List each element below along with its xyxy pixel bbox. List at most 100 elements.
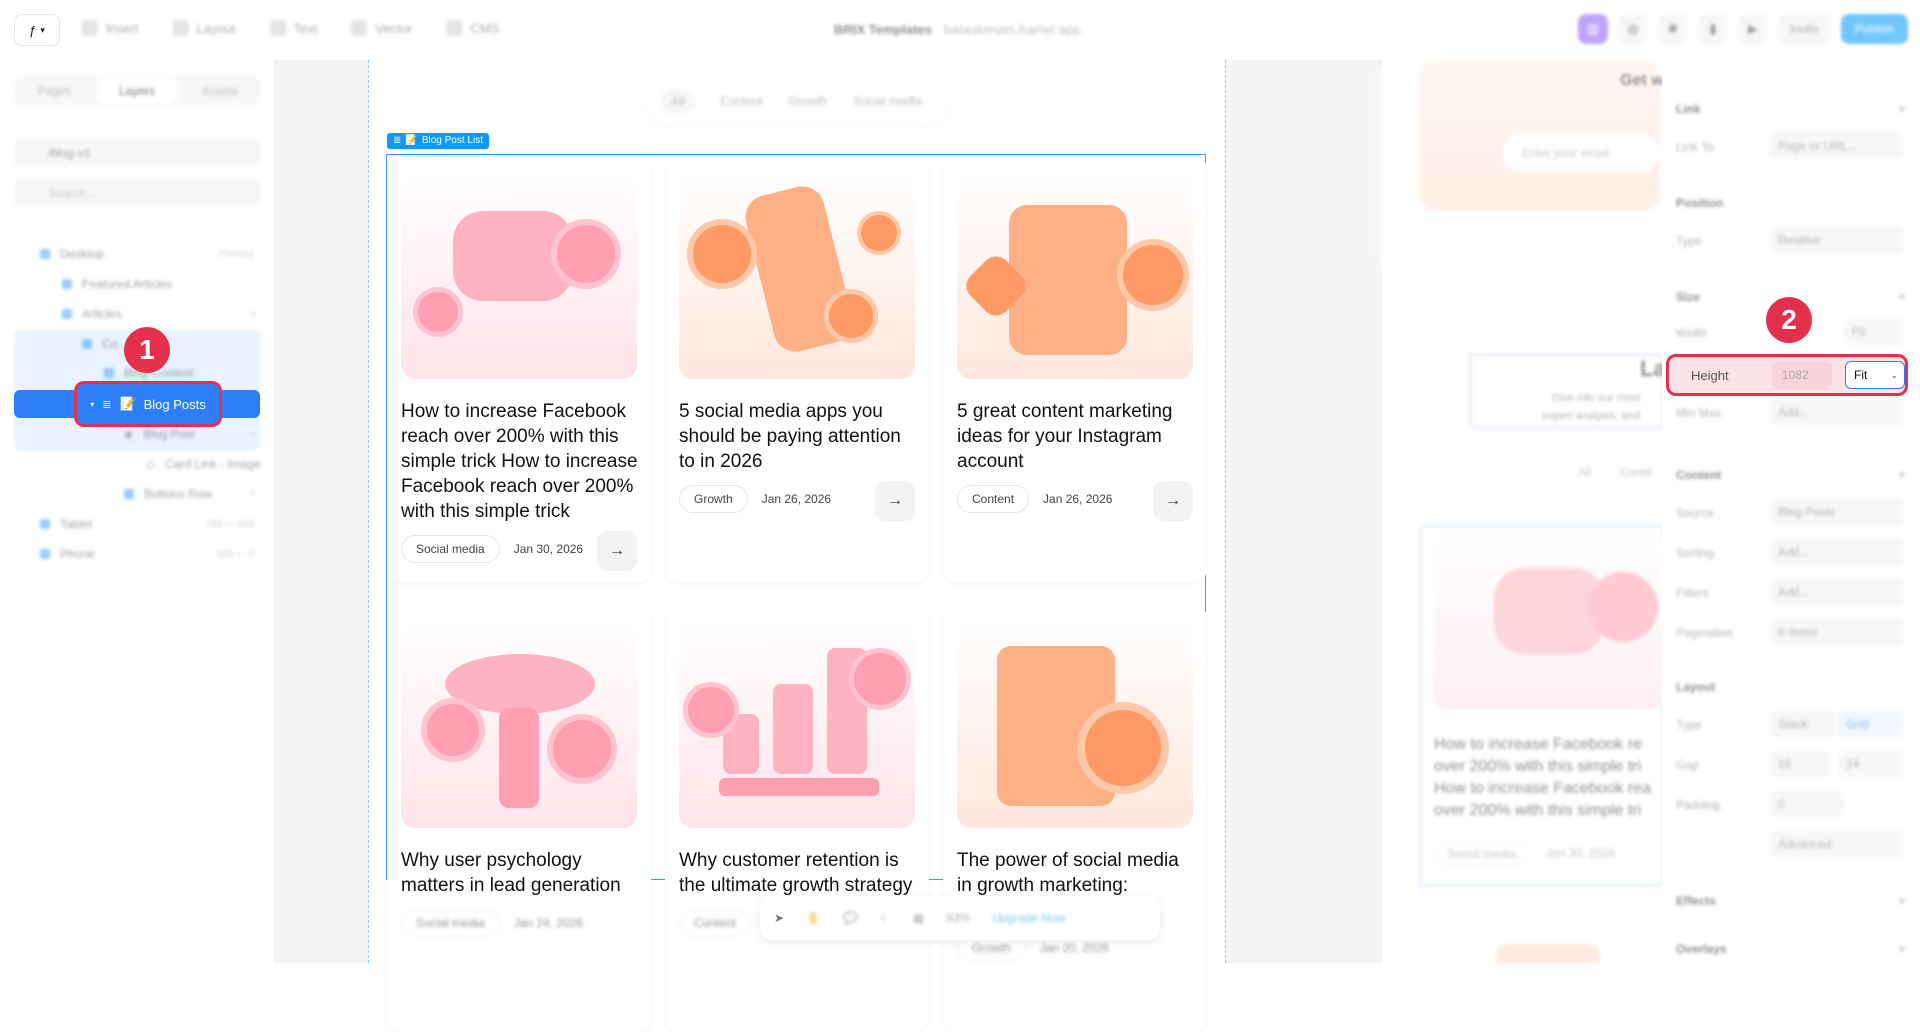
padding-input[interactable]: 0	[1770, 790, 1844, 818]
cursor-icon[interactable]: ➤	[774, 911, 784, 925]
invite-button[interactable]: Invite	[1777, 14, 1831, 44]
sorting-add[interactable]: Add...	[1770, 538, 1904, 566]
card-tag[interactable]: Social media	[401, 535, 500, 563]
layer-featured-articles[interactable]: Featured Articles	[62, 270, 172, 298]
card-date: Jan 30, 2026	[513, 542, 584, 556]
upgrade-now-button[interactable]: Upgrade Now	[992, 911, 1065, 925]
filter-all[interactable]: All	[661, 88, 695, 114]
layer-desktop[interactable]: Desktop Primary	[40, 240, 254, 268]
ghost-card-title: How to increase Facebook re over 200% wi…	[1434, 736, 1651, 819]
ghost-filter-all[interactable]: All	[1578, 465, 1591, 479]
layer-blog-posts[interactable]: ▾ ≣ 📝 Blog Posts	[74, 381, 222, 427]
layer-phone[interactable]: Phone 428 — 0	[40, 540, 254, 568]
card-tag[interactable]: Content	[957, 485, 1030, 513]
width-mode-select[interactable]: Fit	[1844, 318, 1904, 346]
source-select[interactable]: Blog Posts	[1770, 498, 1904, 526]
card-image[interactable]	[401, 618, 637, 828]
grid-icon[interactable]: ▦	[913, 911, 924, 925]
insert-tool[interactable]: Insert	[82, 20, 139, 36]
plus-icon[interactable]: +	[1898, 892, 1906, 908]
filters-add[interactable]: Add...	[1770, 578, 1904, 606]
plus-icon[interactable]: +	[1898, 466, 1906, 482]
card-title[interactable]: Why customer retention is the ultimate g…	[679, 848, 919, 898]
card-date: Jan 26, 2026	[761, 492, 832, 506]
text-tool[interactable]: Text	[269, 20, 317, 36]
card-tag[interactable]: Growth	[679, 485, 748, 513]
layer-tablet[interactable]: Tablet 768 — 810	[40, 510, 254, 538]
card-image[interactable]	[957, 618, 1193, 828]
vector-tool[interactable]: Vector	[351, 20, 412, 36]
filter-social-media[interactable]: Social media	[853, 94, 922, 108]
ghost-section-sub: Dive into our most	[1552, 392, 1641, 404]
page-selector[interactable]: /blog-v1	[14, 138, 260, 168]
card-arrow-button[interactable]: →	[1153, 481, 1193, 521]
card-title[interactable]: How to increase Facebook reach over 200%…	[401, 399, 641, 524]
min-max-input[interactable]: Add...	[1770, 398, 1904, 426]
gap-y-input[interactable]: 24	[1838, 750, 1904, 778]
position-type-select[interactable]: Relative	[1770, 226, 1904, 254]
advanced-toggle[interactable]: Advanced	[1770, 830, 1904, 858]
card-image[interactable]	[401, 169, 637, 379]
gear-icon: ✱	[1667, 21, 1679, 36]
settings-button[interactable]: ✱	[1657, 14, 1688, 44]
link-section-title: Link	[1676, 102, 1701, 116]
card-tag[interactable]: Content	[679, 909, 752, 937]
layout-grid-option[interactable]: Grid	[1838, 710, 1904, 738]
plus-icon[interactable]: +	[1898, 288, 1906, 304]
blog-card[interactable]: Why user psychology matters in lead gene…	[387, 604, 651, 1032]
card-title[interactable]: The power of social media in growth mark…	[957, 848, 1197, 898]
add-icon[interactable]: +	[250, 309, 256, 320]
globe-button[interactable]: ◍	[1617, 14, 1648, 44]
card-arrow-button[interactable]: →	[875, 481, 915, 521]
blog-card[interactable]: 5 social media apps you should be paying…	[665, 155, 929, 583]
plus-icon[interactable]: +	[1898, 100, 1906, 116]
tab-assets[interactable]: Assets	[179, 76, 260, 106]
tab-pages[interactable]: Pages	[14, 76, 95, 106]
publish-button[interactable]: Publish	[1840, 14, 1908, 44]
blog-post-list-label[interactable]: ≣ 📝 Blog Post List	[387, 133, 489, 149]
link-url-input[interactable]: Page or URL...	[1770, 132, 1904, 160]
plus-icon[interactable]: +	[1898, 940, 1906, 956]
filter-growth[interactable]: Growth	[788, 94, 827, 108]
cms-tool[interactable]: CMS	[446, 20, 499, 36]
card-title[interactable]: 5 great content marketing ideas for your…	[957, 399, 1197, 474]
zoom-select[interactable]: 83%	[946, 911, 970, 925]
blog-card[interactable]: 5 great content marketing ideas for your…	[943, 155, 1207, 583]
pagination-select[interactable]: 6 Items	[1770, 618, 1904, 646]
moon-icon[interactable]: ☾	[880, 911, 891, 925]
card-image[interactable]	[679, 169, 915, 379]
layout-tool[interactable]: Layout	[172, 20, 236, 36]
gap-x-input[interactable]: 16	[1770, 750, 1830, 778]
project-title[interactable]: BRIX Templates basedomain.framer.app	[834, 22, 1081, 37]
hand-icon[interactable]: ✋	[806, 911, 821, 925]
layer-card-link[interactable]: ◇ Card Link - Image	[146, 450, 261, 478]
position-section-title: Position	[1676, 196, 1724, 210]
layers-search-input[interactable]: Search...	[14, 178, 260, 208]
framer-menu-button[interactable]: ƒ ▾	[14, 14, 60, 46]
blog-card[interactable]: The power of social media in growth mark…	[943, 604, 1207, 1032]
layout-stack-option[interactable]: Stack	[1770, 710, 1836, 738]
card-tag[interactable]: Social media	[401, 909, 500, 937]
stats-button[interactable]: ▮	[1697, 14, 1728, 44]
ghost-email-input[interactable]: Enter your email	[1502, 134, 1660, 172]
layer-buttons-row[interactable]: Buttons Row +	[124, 480, 256, 508]
card-arrow-button[interactable]: →	[597, 531, 637, 571]
card-image[interactable]	[679, 618, 915, 828]
blog-card[interactable]: How to increase Facebook reach over 200%…	[387, 155, 651, 583]
ghost-filter-content[interactable]: Conte	[1620, 465, 1652, 479]
height-mode-select[interactable]: Fit ⌄	[1845, 361, 1905, 389]
tab-layers[interactable]: Layers	[96, 78, 178, 104]
ghost-card-tag: Social media	[1434, 842, 1529, 866]
card-title[interactable]: Why user psychology matters in lead gene…	[401, 848, 641, 898]
layer-articles[interactable]: Articles +	[62, 300, 256, 328]
height-value-input[interactable]: 1082	[1772, 361, 1832, 389]
comment-icon[interactable]: 💬	[843, 911, 858, 925]
add-icon[interactable]: +	[250, 489, 256, 500]
chevron-down-icon: ▾	[40, 24, 45, 35]
card-title[interactable]: 5 social media apps you should be paying…	[679, 399, 919, 474]
filter-content[interactable]: Content	[720, 94, 762, 108]
card-image[interactable]	[957, 169, 1193, 379]
blog-card[interactable]: Why customer retention is the ultimate g…	[665, 604, 929, 1032]
preview-button[interactable]: ▶	[1737, 14, 1768, 44]
analytics-button[interactable]: ▥	[1577, 14, 1608, 44]
